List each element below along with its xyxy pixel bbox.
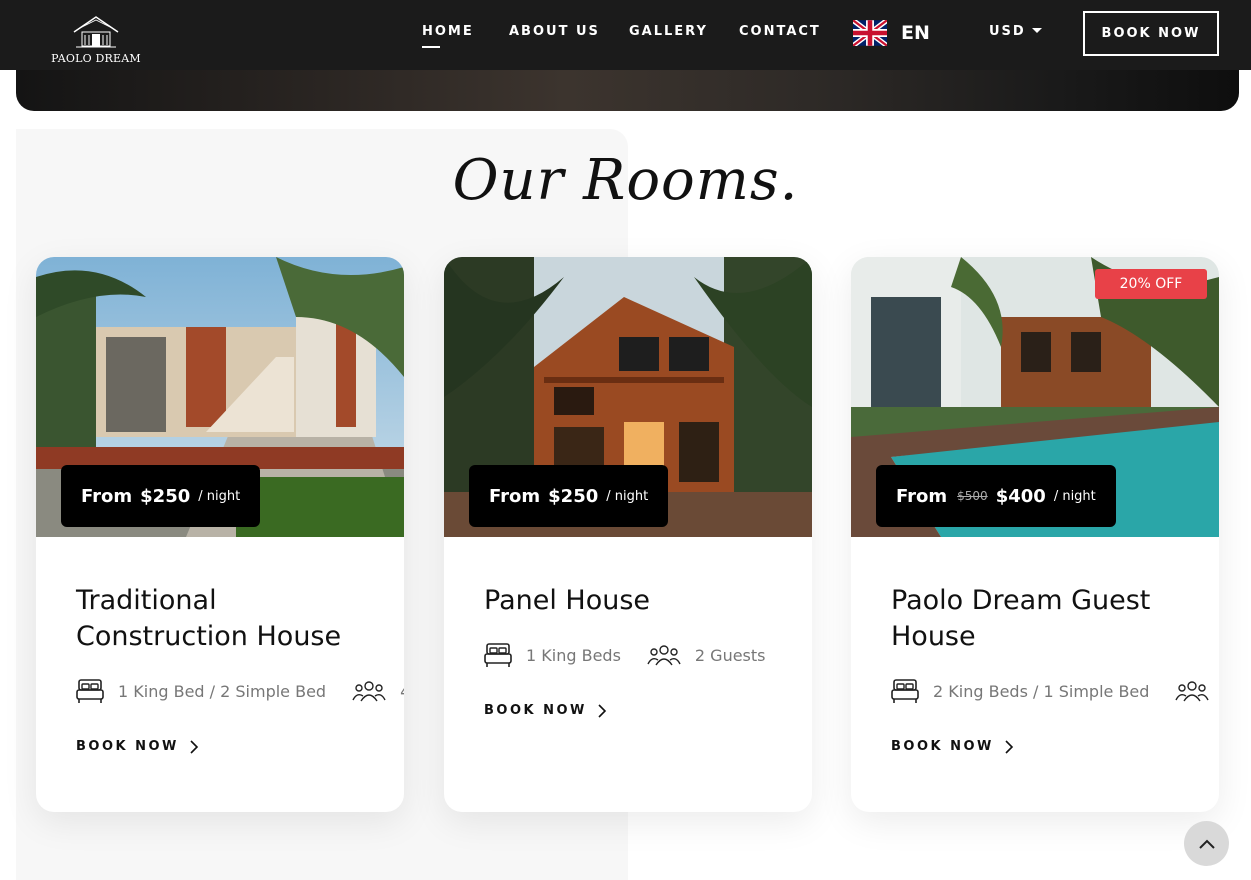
currency-selector[interactable]: USD bbox=[989, 24, 1042, 39]
room-book-label: BOOK NOW bbox=[76, 739, 179, 754]
price-from: From bbox=[896, 485, 948, 507]
guests-icon bbox=[352, 681, 386, 702]
chevron-right-icon bbox=[1005, 739, 1014, 754]
price-per-night: / night bbox=[606, 488, 649, 504]
room-image[interactable]: 20% OFF From $500 $400 / night bbox=[851, 257, 1219, 537]
price-value: $250 bbox=[140, 485, 191, 507]
arrow-up-icon bbox=[1198, 839, 1215, 849]
price-from: From bbox=[81, 485, 133, 507]
price-badge: From $250 / night bbox=[469, 465, 669, 527]
nav-contact[interactable]: CONTACT bbox=[739, 24, 821, 39]
nav-about-us[interactable]: ABOUT US bbox=[509, 24, 600, 39]
logo[interactable]: PAOLO DREAM bbox=[50, 14, 142, 66]
bed-icon bbox=[76, 679, 104, 703]
guests-icon bbox=[1175, 681, 1210, 702]
top-navbar: PAOLO DREAM HOME ABOUT US GALLERY CONTAC… bbox=[0, 0, 1251, 70]
price-per-night: / night bbox=[198, 488, 241, 504]
price-from: From bbox=[489, 485, 541, 507]
room-features: 2 King Beds / 1 Simple Bed 6 bbox=[891, 678, 1219, 704]
room-features: 1 King Beds 2 Guests bbox=[484, 642, 792, 668]
room-card[interactable]: From $250 / night Panel House 1 King Bed… bbox=[444, 257, 812, 812]
nav-active-underline bbox=[422, 46, 440, 48]
guests-info: 4 bbox=[400, 682, 404, 701]
room-title[interactable]: Paolo Dream Guest House bbox=[891, 583, 1191, 655]
room-card[interactable]: From $250 / night Traditional Constructi… bbox=[36, 257, 404, 812]
discount-badge: 20% OFF bbox=[1095, 269, 1207, 299]
room-title[interactable]: Panel House bbox=[484, 583, 784, 619]
scroll-to-top-button[interactable] bbox=[1184, 821, 1229, 866]
room-image[interactable]: From $250 / night bbox=[444, 257, 812, 537]
price-badge: From $250 / night bbox=[61, 465, 261, 527]
nav-home-label: HOME bbox=[422, 24, 474, 39]
bed-info: 1 King Bed / 2 Simple Bed bbox=[118, 681, 327, 701]
price-per-night: / night bbox=[1053, 488, 1096, 504]
room-book-label: BOOK NOW bbox=[891, 739, 994, 754]
room-features: 1 King Bed / 2 Simple Bed 4 bbox=[76, 678, 404, 704]
section-title: Our Rooms. bbox=[452, 148, 799, 213]
nav-gallery-label: GALLERY bbox=[629, 24, 708, 39]
room-image[interactable]: From $250 / night bbox=[36, 257, 404, 537]
room-book-label: BOOK NOW bbox=[484, 703, 587, 718]
language-selector[interactable]: EN bbox=[853, 18, 930, 48]
bed-info: 2 King Beds / 1 Simple Bed bbox=[933, 681, 1150, 701]
nav-about-label: ABOUT US bbox=[509, 24, 600, 39]
room-book-now-link[interactable]: BOOK NOW bbox=[891, 739, 1014, 754]
room-book-now-link[interactable]: BOOK NOW bbox=[76, 739, 199, 754]
logo-text: PAOLO DREAM bbox=[51, 52, 141, 65]
room-title[interactable]: Traditional Construction House bbox=[76, 583, 376, 655]
room-card[interactable]: 20% OFF From $500 $400 / night Paolo Dre… bbox=[851, 257, 1219, 812]
price-old: $500 bbox=[957, 489, 988, 503]
book-now-label: BOOK NOW bbox=[1101, 26, 1201, 41]
bed-icon bbox=[891, 679, 919, 703]
chevron-right-icon bbox=[190, 739, 199, 754]
uk-flag-icon bbox=[853, 20, 887, 46]
bed-icon bbox=[484, 643, 512, 667]
currency-label: USD bbox=[989, 24, 1026, 39]
guests-icon bbox=[647, 645, 681, 666]
price-value: $250 bbox=[548, 485, 599, 507]
price-badge: From $500 $400 / night bbox=[876, 465, 1116, 527]
logo-house-icon bbox=[73, 16, 119, 48]
room-book-now-link[interactable]: BOOK NOW bbox=[484, 703, 607, 718]
nav-gallery[interactable]: GALLERY bbox=[629, 24, 708, 39]
bed-info: 1 King Beds bbox=[526, 645, 621, 665]
nav-home[interactable]: HOME bbox=[422, 24, 474, 48]
header-book-now-button[interactable]: BOOK NOW bbox=[1083, 11, 1219, 56]
chevron-right-icon bbox=[598, 703, 607, 718]
guests-info: 2 Guests bbox=[694, 645, 766, 665]
language-code: EN bbox=[901, 22, 930, 44]
price-value: $400 bbox=[995, 485, 1046, 507]
nav-contact-label: CONTACT bbox=[739, 24, 821, 39]
caret-down-icon bbox=[1031, 27, 1042, 33]
